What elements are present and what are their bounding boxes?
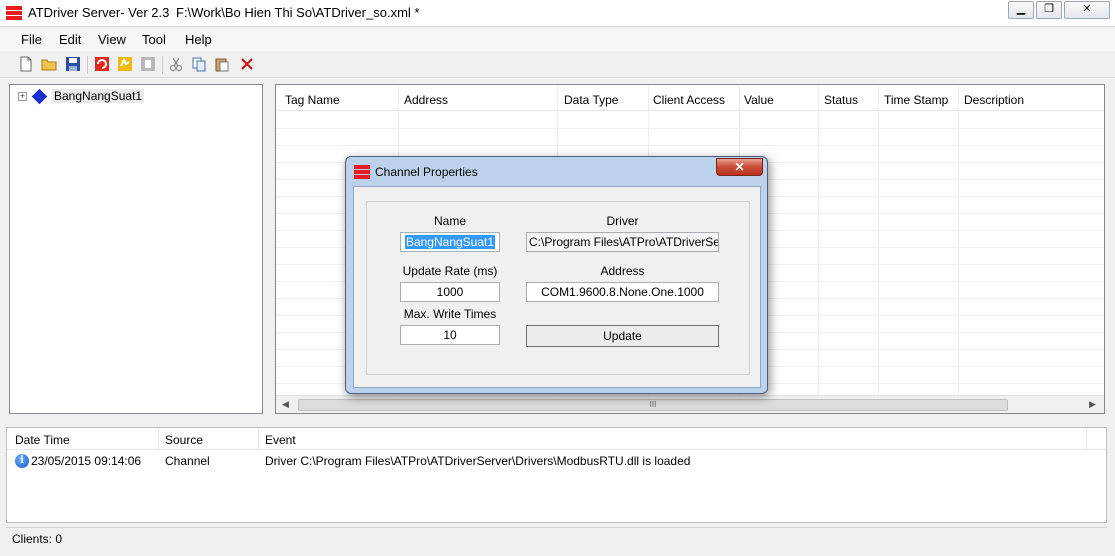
log-column-divider: [1086, 428, 1087, 450]
name-value: BangNangSuat1: [404, 235, 496, 249]
log-column-divider: [158, 428, 159, 450]
max-write-field[interactable]: 10: [400, 325, 500, 345]
channel-diamond-icon: [31, 88, 48, 105]
address-value: COM1.9600.8.None.One.1000: [541, 285, 704, 299]
add-tag-icon[interactable]: [140, 56, 156, 72]
close-window-button[interactable]: ✕: [1064, 1, 1110, 19]
log-source: Channel: [165, 454, 210, 468]
update-rate-field[interactable]: 1000: [400, 282, 500, 302]
title-bar: ATDriver Server- Ver 2.3 F:\Work\Bo Hien…: [0, 0, 1115, 27]
open-folder-icon[interactable]: [41, 56, 57, 72]
log-row[interactable]: i 23/05/2015 09:14:06 Channel Driver C:\…: [7, 454, 1106, 470]
event-log: Date Time Source Event i 23/05/2015 09:1…: [6, 427, 1107, 523]
save-icon[interactable]: [65, 56, 81, 72]
log-column-divider: [258, 428, 259, 450]
toolbar-separator: [87, 56, 88, 74]
maximize-button[interactable]: ❐: [1036, 1, 1062, 19]
log-column-event[interactable]: Event: [265, 433, 296, 447]
app-title: ATDriver Server- Ver 2.3: [28, 5, 170, 20]
restore-icon: ❐: [1044, 3, 1054, 15]
paste-icon[interactable]: [214, 56, 230, 72]
scroll-left-icon[interactable]: ◀: [282, 399, 289, 410]
grid-header: Tag Name Address Data Type Client Access…: [276, 89, 1104, 111]
log-datetime: 23/05/2015 09:14:06: [31, 454, 142, 468]
column-header-status[interactable]: Status: [824, 93, 858, 107]
driver-value: C:\Program Files\ATPro\ATDriverServe: [529, 235, 719, 249]
dialog-app-icon: [354, 164, 370, 180]
scroll-grip: III: [649, 400, 657, 409]
menu-tool[interactable]: Tool: [142, 32, 166, 47]
scroll-right-icon[interactable]: ▶: [1089, 399, 1096, 410]
properties-group: Name BangNangSuat1 Driver C:\Program Fil…: [366, 201, 750, 375]
log-column-source[interactable]: Source: [165, 433, 203, 447]
column-header-description[interactable]: Description: [964, 93, 1024, 107]
update-rate-label: Update Rate (ms): [402, 264, 498, 278]
minimize-icon: ▁: [1016, 3, 1026, 15]
max-write-value: 10: [443, 328, 457, 342]
copy-icon[interactable]: [191, 56, 207, 72]
menu-help[interactable]: Help: [185, 32, 212, 47]
menu-edit[interactable]: Edit: [59, 32, 81, 47]
dialog-body: Name BangNangSuat1 Driver C:\Program Fil…: [353, 186, 761, 388]
update-rate-value: 1000: [436, 285, 464, 299]
channel-properties-dialog: Channel Properties ✕ Name BangNangSuat1 …: [345, 156, 768, 394]
name-label: Name: [433, 214, 466, 228]
update-button[interactable]: Update: [526, 325, 719, 347]
clients-count: Clients: 0: [12, 532, 63, 546]
column-header-client-access[interactable]: Client Access: [653, 93, 725, 107]
scrollbar-thumb[interactable]: III: [298, 399, 1008, 411]
add-channel-icon[interactable]: [94, 56, 110, 72]
menu-file[interactable]: File: [21, 32, 42, 47]
close-icon: ✕: [1082, 3, 1092, 15]
column-header-time-stamp[interactable]: Time Stamp: [884, 93, 948, 107]
address-label: Address: [600, 264, 645, 278]
add-device-icon[interactable]: [117, 56, 133, 72]
minimize-button[interactable]: ▁: [1008, 1, 1034, 19]
delete-icon[interactable]: [239, 56, 255, 72]
column-header-tag-name[interactable]: Tag Name: [285, 93, 340, 107]
info-icon: i: [15, 454, 29, 468]
file-path: F:\Work\Bo Hien Thi So\ATDriver_so.xml *: [176, 5, 420, 20]
column-header-data-type[interactable]: Data Type: [564, 93, 618, 107]
new-file-icon[interactable]: [18, 56, 34, 72]
horizontal-scrollbar[interactable]: ◀ III ▶: [276, 395, 1104, 413]
address-field[interactable]: COM1.9600.8.None.One.1000: [526, 282, 719, 302]
dialog-title: Channel Properties: [375, 165, 478, 179]
log-event: Driver C:\Program Files\ATPro\ATDriverSe…: [265, 454, 691, 468]
expand-icon[interactable]: +: [18, 92, 27, 101]
status-bar: Clients: 0: [6, 527, 1107, 549]
column-header-address[interactable]: Address: [404, 93, 448, 107]
grid-row-divider: [276, 128, 1104, 129]
driver-label: Driver: [606, 214, 639, 228]
app-logo-icon: [6, 5, 22, 21]
toolbar: [0, 52, 1115, 78]
column-header-value[interactable]: Value: [744, 93, 774, 107]
tree-node-label: BangNangSuat1: [52, 89, 145, 103]
max-write-label: Max. Write Times: [403, 307, 497, 321]
grid-row-divider: [276, 145, 1104, 146]
log-column-datetime[interactable]: Date Time: [15, 433, 70, 447]
channel-tree: + BangNangSuat1: [9, 84, 263, 414]
update-button-label: Update: [603, 329, 642, 343]
log-header: Date Time Source Event: [7, 428, 1106, 450]
close-icon: ✕: [734, 160, 745, 174]
menu-view[interactable]: View: [98, 32, 126, 47]
driver-field[interactable]: C:\Program Files\ATPro\ATDriverServe: [526, 232, 719, 252]
toolbar-separator: [162, 56, 163, 74]
dialog-close-button[interactable]: ✕: [716, 158, 763, 176]
menu-bar: File Edit View Tool Help: [0, 29, 1115, 51]
name-field[interactable]: BangNangSuat1: [400, 232, 500, 252]
cut-icon[interactable]: [168, 56, 184, 72]
